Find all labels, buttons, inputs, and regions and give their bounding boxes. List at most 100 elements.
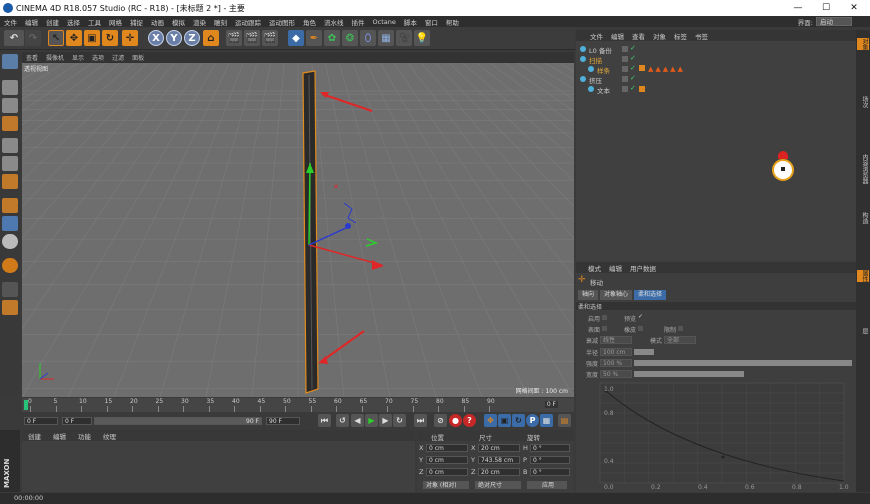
size-field[interactable]: 743.58 cm	[478, 456, 520, 464]
side-tab[interactable]: 构造	[857, 212, 869, 224]
rotation-field[interactable]: 0 °	[530, 468, 570, 476]
viewport-menu-item[interactable]: 选项	[88, 53, 108, 62]
viewport-menu-item[interactable]: 面板	[128, 53, 148, 62]
rotate-icon[interactable]: ↻	[102, 30, 118, 46]
material-menu-item[interactable]: 编辑	[47, 431, 72, 441]
menu-item[interactable]: 选择	[63, 17, 84, 27]
texture-tag-icon[interactable]	[639, 86, 645, 92]
menu-item[interactable]: 窗口	[421, 17, 442, 27]
material-menu-item[interactable]: 创建	[22, 431, 47, 441]
subdivision-icon[interactable]: ✿	[324, 30, 340, 46]
enabled-check-icon[interactable]: ✓	[630, 74, 636, 82]
frame-range-slider[interactable]: 90 F	[94, 417, 262, 425]
key-position-icon[interactable]: ✥	[484, 414, 497, 427]
deformer-icon[interactable]: ⬯	[360, 30, 376, 46]
visibility-toggle-icon[interactable]	[622, 76, 628, 82]
object-menu-item[interactable]: 对象	[649, 31, 670, 41]
array-icon[interactable]: ❂	[342, 30, 358, 46]
rubber-checkbox[interactable]	[638, 326, 643, 331]
menu-item[interactable]: 雕刻	[210, 17, 231, 27]
undo-icon[interactable]: ↶	[4, 30, 24, 46]
z-axis-knob-icon[interactable]	[345, 223, 351, 229]
object-row[interactable]: L0 备份 ✓	[576, 44, 856, 55]
menu-item[interactable]: 角色	[299, 17, 320, 27]
object-row[interactable]: 文本 ✓	[576, 84, 856, 95]
solo-icon[interactable]	[2, 300, 18, 315]
preview-check-icon[interactable]: ✓	[638, 313, 643, 320]
coordinate-system-icon[interactable]: ⌂	[203, 30, 219, 46]
side-tab[interactable]: 场次	[857, 96, 869, 108]
position-field[interactable]: 0 cm	[426, 456, 468, 464]
minimize-button[interactable]: —	[784, 0, 812, 16]
menu-item[interactable]: 运动跟踪	[231, 17, 265, 27]
record-icon[interactable]: ⊘	[434, 414, 447, 427]
key-parameter-icon[interactable]: P	[526, 414, 539, 427]
side-tab[interactable]: 属性	[857, 270, 869, 282]
z-axis-lock-button[interactable]: Z	[184, 30, 200, 46]
tweak-mode-icon[interactable]	[2, 216, 18, 231]
key-rotation-icon[interactable]: ↻	[512, 414, 525, 427]
attribute-tab[interactable]: 柔和选择	[634, 290, 667, 300]
enabled-check-icon[interactable]: ✓	[630, 84, 636, 92]
object-row[interactable]: 挤压 ✓	[576, 74, 856, 85]
attribute-menu-item[interactable]: 编辑	[605, 263, 626, 273]
object-menu-item[interactable]: 文件	[586, 31, 607, 41]
attribute-tab[interactable]: 轴向	[578, 290, 599, 300]
attribute-menu-item[interactable]: 模式	[584, 263, 605, 273]
coordinate-mode-dropdown[interactable]: 对象 (相对)	[423, 481, 469, 489]
layout-dropdown[interactable]: 启动	[816, 17, 852, 26]
visibility-toggle-icon[interactable]	[622, 86, 628, 92]
xy-plane-handle[interactable]	[365, 238, 379, 247]
workplane-icon[interactable]	[2, 116, 18, 131]
menu-item[interactable]: 创建	[42, 17, 63, 27]
width-slider[interactable]	[634, 371, 744, 377]
object-row[interactable]: 样条 ✓	[576, 64, 856, 75]
falloff-graph[interactable]: 1.0 0.8 0.4 0.0 0.2 0.4 0.6 0.8 1.0	[576, 379, 856, 491]
width-field[interactable]: 50 %	[600, 370, 632, 378]
pen-icon[interactable]: ✒	[306, 30, 322, 46]
workplane-lock-icon[interactable]	[2, 258, 18, 273]
model-mode-icon[interactable]	[2, 80, 18, 95]
x-axis-lock-button[interactable]: X	[148, 30, 164, 46]
menu-item[interactable]: 动画	[147, 17, 168, 27]
restrict-checkbox[interactable]	[678, 326, 683, 331]
maximize-button[interactable]: ☐	[812, 0, 840, 16]
recent-tools-icon[interactable]: ✛	[122, 30, 138, 46]
tag-icon[interactable]	[639, 65, 645, 71]
edges-mode-icon[interactable]	[2, 156, 18, 171]
texture-mode-icon[interactable]	[2, 98, 18, 113]
play-icon[interactable]: ▶	[365, 414, 378, 427]
size-field[interactable]: 20 cm	[478, 468, 520, 476]
side-tab[interactable]: 内容浏览器	[857, 154, 869, 184]
live-selection-icon[interactable]: ↖	[48, 30, 64, 46]
viewport-menu-item[interactable]: 过滤	[108, 53, 128, 62]
visibility-toggle-icon[interactable]	[622, 56, 628, 62]
current-frame-field[interactable]: 0 F	[24, 417, 58, 425]
radius-slider[interactable]	[634, 349, 654, 355]
floor-icon[interactable]: ▦	[378, 30, 394, 46]
mode-dropdown[interactable]: 全部	[664, 336, 696, 344]
apply-button[interactable]: 应用	[527, 481, 567, 489]
go-to-end-icon[interactable]: ⏭	[414, 414, 427, 427]
y-axis-handle[interactable]	[308, 162, 311, 246]
object-menu-item[interactable]: 标签	[670, 31, 691, 41]
menu-item[interactable]: 文件	[0, 17, 21, 27]
x-axis-handle[interactable]	[308, 244, 383, 266]
close-button[interactable]: ✕	[840, 0, 868, 16]
next-frame-icon[interactable]: ▶	[379, 414, 392, 427]
menu-item[interactable]: 流水线	[320, 17, 348, 27]
object-menu-item[interactable]: 查看	[628, 31, 649, 41]
viewport-menu-item[interactable]: 显示	[68, 53, 88, 62]
end-frame-field[interactable]: 90 F	[266, 417, 300, 425]
snap-icon[interactable]	[2, 234, 18, 249]
polygons-mode-icon[interactable]	[2, 174, 18, 189]
object-row[interactable]: 扫描 ✓	[576, 54, 856, 65]
perspective-viewport[interactable]: ✕ 透视视图 网格间距 : 100 cm	[22, 63, 574, 397]
render-settings-icon[interactable]: 🎬	[262, 30, 278, 46]
timeline-ruler[interactable]: 0 5 10 15 20 25 30 35 40 45 50 55 60 65 70 75 80 85 90 0 F	[22, 398, 574, 412]
size-field[interactable]: 20 cm	[478, 444, 520, 452]
attribute-menu-item[interactable]: 用户数据	[626, 263, 660, 273]
timeline-window-icon[interactable]: ▤	[558, 414, 571, 427]
visibility-toggle-icon[interactable]	[622, 66, 628, 72]
redo-icon[interactable]: ↷	[25, 30, 41, 46]
